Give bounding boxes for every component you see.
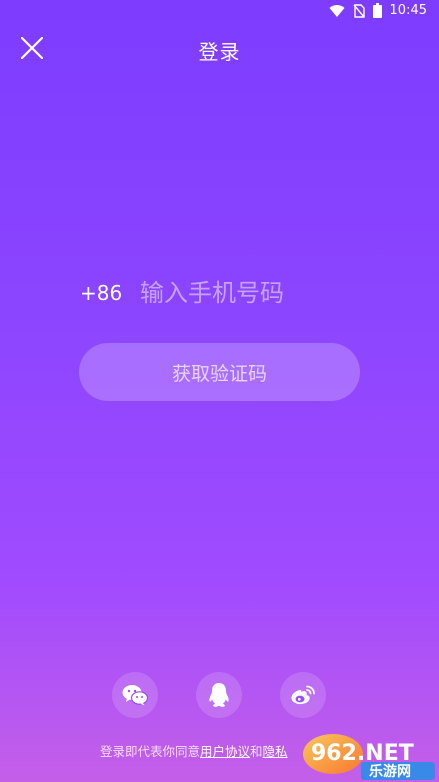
weibo-login-button[interactable] xyxy=(280,672,326,718)
wifi-icon xyxy=(329,4,345,17)
agreement-text: 登录即代表你同意用户协议和隐私 xyxy=(100,741,288,760)
page-title: 登录 xyxy=(198,40,241,64)
get-code-label: 获取验证码 xyxy=(171,362,267,385)
qq-icon xyxy=(209,683,229,707)
weibo-icon xyxy=(291,685,315,705)
top-bar: 登录 xyxy=(0,24,439,72)
battery-icon xyxy=(372,3,382,18)
phone-input[interactable] xyxy=(140,279,340,307)
get-code-button[interactable]: 获取验证码 xyxy=(79,343,360,401)
status-bar: 10:45 xyxy=(0,0,439,24)
status-time: 10:45 xyxy=(389,3,427,18)
agreement-prefix: 登录即代表你同意 xyxy=(100,744,201,759)
watermark-logo: 962.NET 乐游网 xyxy=(303,734,435,780)
watermark-subtext: 乐游网 xyxy=(369,763,411,780)
phone-row: +86 xyxy=(80,276,360,310)
qq-login-button[interactable] xyxy=(196,672,242,718)
wechat-login-button[interactable] xyxy=(112,672,158,718)
user-agreement-link[interactable]: 用户协议 xyxy=(200,744,250,759)
status-icons: 10:45 xyxy=(329,3,427,18)
social-login-row xyxy=(0,672,439,720)
wechat-icon xyxy=(122,685,148,706)
no-sim-icon xyxy=(352,3,365,18)
agreement-conjunction: 和 xyxy=(250,744,263,759)
country-code[interactable]: +86 xyxy=(80,281,140,305)
privacy-link[interactable]: 隐私 xyxy=(263,744,288,759)
